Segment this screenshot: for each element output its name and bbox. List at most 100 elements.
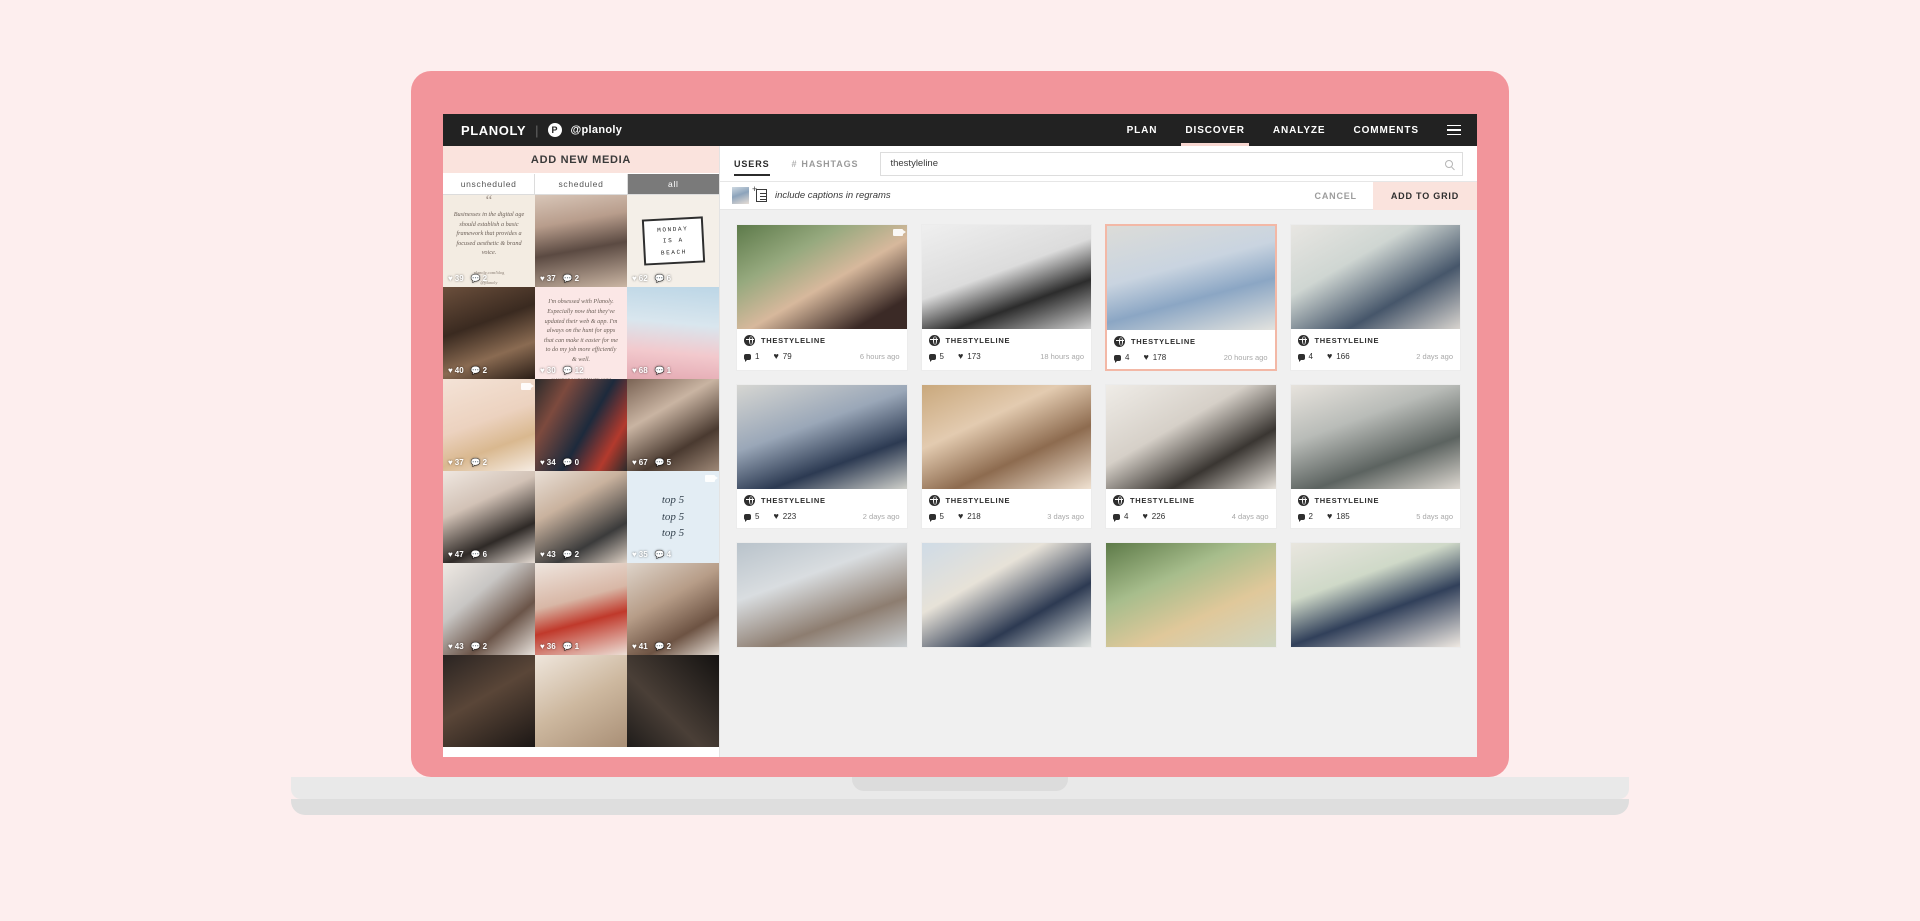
media-tile[interactable]: ♥ 40 💬 2 — [443, 287, 535, 379]
post-image[interactable] — [737, 385, 907, 489]
media-tile[interactable]: ♥ 36 💬 1 — [535, 563, 627, 655]
post-image[interactable] — [737, 543, 907, 647]
post-image[interactable] — [921, 385, 1091, 489]
nav-item-comments[interactable]: COMMENTS — [1339, 114, 1433, 146]
post-user[interactable]: THESTYLELINE — [1297, 335, 1454, 346]
media-tile[interactable]: ♥ 67 💬 5 — [627, 379, 719, 471]
likes-count: 30 — [546, 366, 556, 375]
media-tile[interactable] — [535, 655, 627, 747]
media-tile[interactable]: top 5 top 5 top 5 ♥ 35 💬 4 — [627, 471, 719, 563]
likes-group: ♥ 35 — [632, 550, 648, 559]
comments-count: 6 — [482, 550, 488, 559]
post-meta: THESTYLELINE 5 ♥ 223 2 days ago — [737, 489, 907, 528]
post-user[interactable]: THESTYLELINE — [1113, 495, 1269, 506]
likes-count: 47 — [454, 550, 464, 559]
comments-count: 2 — [482, 366, 488, 375]
post-image[interactable] — [1290, 225, 1460, 329]
post-image[interactable] — [1290, 543, 1460, 647]
post-card[interactable]: THESTYLELINE 5 ♥ 173 18 hours ago — [920, 224, 1092, 371]
likes-count: 40 — [454, 366, 464, 375]
media-tile[interactable]: ♥ 47 💬 6 — [443, 471, 535, 563]
comments-count: 2 — [482, 642, 488, 651]
post-image[interactable] — [1107, 226, 1275, 330]
likes-group: ♥ 43 — [540, 550, 556, 559]
post-username: THESTYLELINE — [1130, 496, 1195, 505]
laptop-notch — [852, 777, 1068, 791]
media-tile-stats: ♥ 39 💬 2 — [448, 274, 487, 283]
nav-item-analyze[interactable]: ANALYZE — [1259, 114, 1340, 146]
post-image[interactable] — [1290, 385, 1460, 489]
media-tile[interactable] — [627, 655, 719, 747]
cancel-button[interactable]: CANCEL — [1315, 191, 1373, 201]
post-image[interactable] — [1106, 385, 1276, 489]
likes-count: 36 — [546, 642, 556, 651]
laptop-foot — [291, 799, 1629, 815]
search-icon[interactable] — [1445, 159, 1453, 168]
comment-icon: 💬 — [470, 550, 481, 559]
tab-users[interactable]: USERS — [734, 146, 770, 182]
add-caption-icon[interactable] — [752, 185, 767, 202]
media-tile[interactable]: “I'm obsessed with Planoly. Especially n… — [535, 287, 627, 379]
post-image[interactable] — [1106, 543, 1276, 647]
media-tile[interactable]: ♥ 43 💬 2 — [535, 471, 627, 563]
include-captions-label[interactable]: include captions in regrams — [775, 190, 891, 201]
post-image[interactable] — [921, 225, 1091, 329]
media-tile[interactable]: ♥ 37 💬 2 — [443, 379, 535, 471]
comments-count: 5 — [939, 352, 944, 361]
comments-count: 2 — [1308, 512, 1313, 521]
likes-count: 62 — [638, 274, 648, 283]
post-card[interactable] — [1289, 542, 1461, 648]
post-user[interactable]: THESTYLELINE — [1297, 495, 1454, 506]
media-tile[interactable]: ♥ 34 💬 0 — [535, 379, 627, 471]
post-card[interactable] — [736, 542, 908, 648]
post-meta: THESTYLELINE 5 ♥ 173 18 hours ago — [922, 329, 1092, 368]
post-card[interactable] — [1105, 542, 1277, 648]
search-input[interactable] — [890, 158, 1445, 169]
heart-icon: ♥ — [632, 642, 637, 651]
post-user[interactable]: THESTYLELINE — [744, 335, 900, 346]
media-tile[interactable]: ♥ 43 💬 2 — [443, 563, 535, 655]
media-tile-image — [535, 655, 627, 747]
filter-tab-unscheduled[interactable]: unscheduled — [443, 174, 536, 194]
globe-icon — [744, 495, 755, 506]
post-user[interactable]: THESTYLELINE — [928, 495, 1085, 506]
post-card[interactable]: THESTYLELINE 5 ♥ 223 2 days ago — [736, 384, 908, 529]
heart-icon: ♥ — [540, 642, 545, 651]
post-card[interactable]: THESTYLELINE 5 ♥ 218 3 days ago — [920, 384, 1092, 529]
media-tile[interactable]: ♥ 37 💬 2 — [535, 195, 627, 287]
post-user[interactable]: THESTYLELINE — [1114, 336, 1268, 347]
post-card[interactable]: THESTYLELINE 1 ♥ 79 6 hours ago — [736, 224, 908, 371]
media-tile-stats: ♥ 68 💬 1 — [632, 366, 671, 375]
post-card[interactable]: THESTYLELINE 4 ♥ 166 2 days ago — [1289, 224, 1461, 371]
nav-item-discover[interactable]: DISCOVER — [1171, 114, 1258, 146]
search-field-wrap[interactable] — [880, 151, 1463, 176]
nav-item-plan[interactable]: PLAN — [1113, 114, 1172, 146]
comment-icon: 💬 — [470, 642, 481, 651]
post-card[interactable]: THESTYLELINE 4 ♥ 226 4 days ago — [1105, 384, 1277, 529]
post-meta: THESTYLELINE 1 ♥ 79 6 hours ago — [737, 329, 907, 368]
post-user[interactable]: THESTYLELINE — [928, 335, 1085, 346]
filter-tab-scheduled[interactable]: scheduled — [535, 174, 628, 194]
add-new-media-button[interactable]: ADD NEW MEDIA — [443, 146, 719, 174]
tab-hashtags[interactable]: # HASHTAGS — [792, 146, 859, 182]
post-image[interactable] — [737, 225, 907, 329]
post-card-selected[interactable]: THESTYLELINE 4 ♥ 178 20 hours ago — [1105, 224, 1277, 371]
media-tile[interactable]: ♥ 68 💬 1 — [627, 287, 719, 379]
comments-group: 💬 2 — [563, 550, 579, 559]
post-user[interactable]: THESTYLELINE — [744, 495, 900, 506]
comments-count: 4 — [1308, 352, 1313, 361]
media-tile[interactable] — [443, 655, 535, 747]
add-to-grid-button[interactable]: ADD TO GRID — [1372, 181, 1477, 210]
account-handle[interactable]: @planoly — [571, 124, 623, 136]
filter-tab-all[interactable]: all — [627, 174, 719, 194]
heart-icon: ♥ — [1142, 511, 1148, 521]
media-tile[interactable]: ♥ 41 💬 2 — [627, 563, 719, 655]
hamburger-menu-icon[interactable] — [1433, 114, 1477, 146]
comment-icon — [1297, 353, 1305, 362]
media-tile[interactable]: MONDAY IS A BEACH ♥ 62 💬 6 — [627, 195, 719, 287]
comments-count: 4 — [666, 550, 672, 559]
post-image[interactable] — [921, 543, 1091, 647]
post-card[interactable] — [920, 542, 1092, 648]
post-card[interactable]: THESTYLELINE 2 ♥ 185 5 days ago — [1289, 384, 1461, 529]
media-tile[interactable]: “Businesses in the digital age should es… — [443, 195, 535, 287]
